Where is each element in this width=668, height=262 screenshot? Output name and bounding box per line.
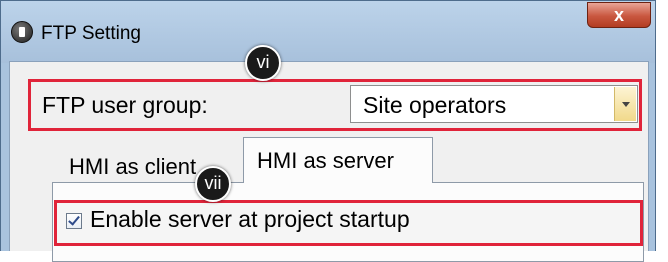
title-bar[interactable]: FTP Setting x xyxy=(1,1,655,63)
window-title: FTP Setting xyxy=(41,23,141,44)
chevron-down-icon[interactable] xyxy=(614,87,636,121)
app-icon xyxy=(11,21,33,43)
ftp-user-group-dropdown[interactable]: Site operators xyxy=(350,85,638,123)
close-button[interactable]: x xyxy=(587,2,651,28)
callout-marker-vii: vii xyxy=(195,166,231,202)
enable-server-label[interactable]: Enable server at project startup xyxy=(90,206,410,233)
ftp-user-group-value: Site operators xyxy=(363,92,507,118)
ftp-user-group-label: FTP user group: xyxy=(42,92,208,118)
tab-hmi-as-server[interactable]: HMI as server xyxy=(243,137,433,183)
tab-label: HMI as client xyxy=(69,154,197,179)
callout-marker-vi: vi xyxy=(245,45,281,81)
enable-server-checkbox[interactable] xyxy=(66,213,82,229)
tab-label: HMI as server xyxy=(257,148,394,173)
